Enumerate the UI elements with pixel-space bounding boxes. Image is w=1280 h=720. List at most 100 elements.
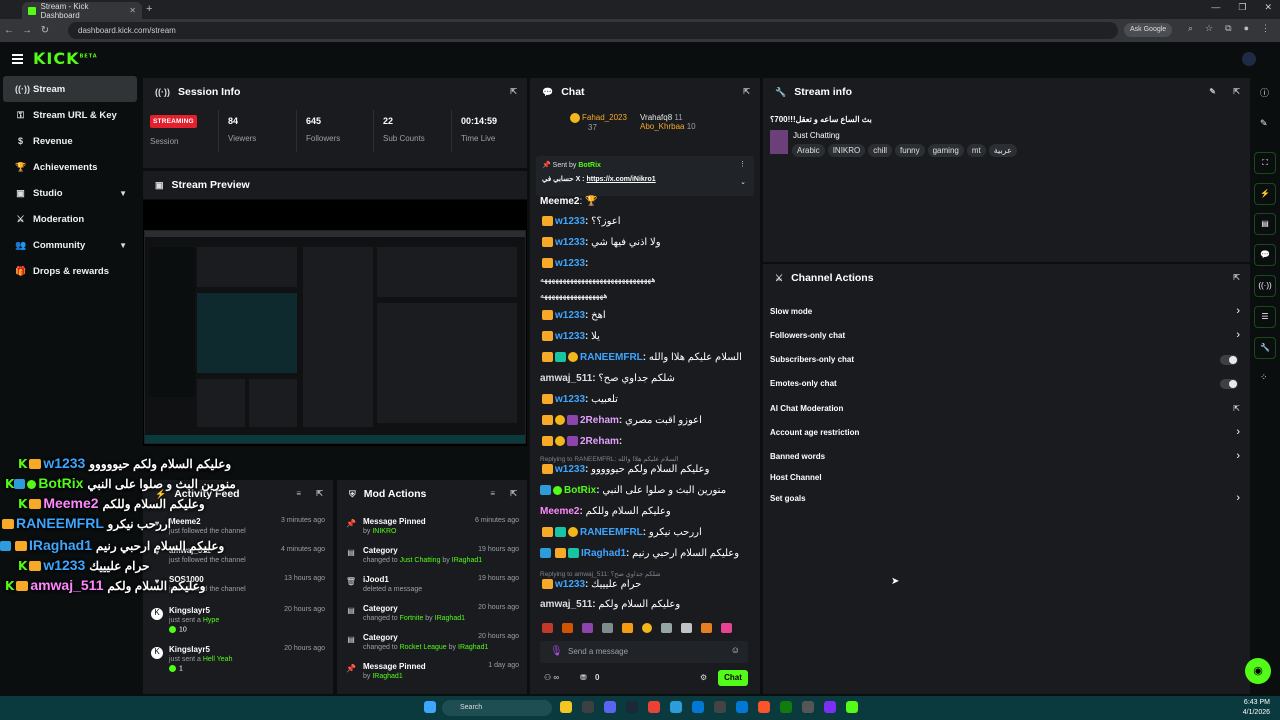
taskbar-clock[interactable]: 6:43 PM 4/1/2026 [1243, 698, 1270, 718]
user-avatar[interactable] [1242, 52, 1256, 66]
sidebar-item-stream[interactable]: ((·)) Stream [3, 76, 137, 102]
action-subscribers-only[interactable]: Subscribers-only chat [770, 351, 1240, 371]
apps-icon[interactable]: ⁘ [1260, 372, 1268, 383]
taskbar-app-icon[interactable] [582, 701, 594, 713]
tag[interactable]: gaming [927, 144, 964, 157]
taskbar-search-input[interactable]: Search [442, 700, 552, 716]
ask-google-button[interactable]: Ask Google [1124, 23, 1173, 37]
rail-button-doc[interactable]: ▤ [1254, 213, 1276, 235]
taskbar-app-icon[interactable] [802, 701, 814, 713]
emoji-icon[interactable]: ☺ [731, 645, 740, 655]
info-icon[interactable]: ⓘ [1260, 86, 1269, 99]
close-window-icon[interactable]: ✕ [1264, 2, 1272, 13]
discord-icon[interactable] [604, 701, 616, 713]
more-icon[interactable]: ⋮ [739, 160, 746, 168]
chat-message[interactable]: amwaj_511: وعليكم السلام ولكم [540, 599, 680, 610]
steam-icon[interactable] [626, 701, 638, 713]
file-explorer-icon[interactable] [560, 701, 572, 713]
popout-icon[interactable]: ⇱ [510, 87, 517, 96]
chat-message[interactable]: IRaghad1: وعليكم السلام ارحبي رنيم [540, 548, 739, 559]
hamburger-icon[interactable] [12, 54, 23, 66]
rail-button-wrench[interactable]: 🔧 [1254, 337, 1276, 359]
chat-message[interactable]: w1233: اهخ [540, 310, 606, 321]
chat-message[interactable]: BotRix: منورين البث و صلوا على النبي [540, 485, 726, 496]
tag[interactable]: عربية [988, 144, 1017, 157]
mail-icon[interactable] [736, 701, 748, 713]
filter-icon[interactable]: ≡ [490, 489, 495, 498]
chat-message[interactable]: w1233: وعليكم السلام ولكم حيووووو [540, 464, 709, 475]
tag[interactable]: funny [895, 144, 925, 157]
sidebar-item-achievements[interactable]: 🏆 Achievements [3, 154, 137, 180]
chat-message[interactable]: RANEEMFRL: السلام عليكم هلاا والله [540, 352, 742, 363]
action-banned-words[interactable]: Banned words › [770, 448, 1240, 468]
emote-icon[interactable] [582, 623, 593, 633]
chat-send-button[interactable]: Chat [718, 670, 748, 686]
chat-input[interactable]: 🎙 Send a message ☺ [540, 641, 748, 663]
leaderboard-first[interactable]: Fahad_2023 37 [570, 113, 627, 132]
zoom-icon[interactable]: ⌕ [1188, 23, 1193, 34]
browser-tab[interactable]: Stream - Kick Dashboard ✕ [22, 2, 142, 20]
leaderboard-second[interactable]: Vrahafq8 11 Abo_Khrbaa 10 [640, 113, 696, 131]
profile-icon[interactable]: ● [1244, 23, 1249, 34]
popout-icon[interactable]: ⇱ [1233, 273, 1240, 282]
action-followers-only[interactable]: Followers-only chat › [770, 327, 1240, 347]
chevron-down-icon[interactable]: ⌄ [740, 178, 746, 186]
action-host-channel[interactable]: Host Channel [770, 469, 1240, 489]
menu-icon[interactable]: ⋮ [1261, 23, 1270, 34]
chat-message[interactable]: Meeme2: وعليكم السلام وللكم [540, 506, 671, 517]
filter-icon[interactable]: ≡ [296, 489, 301, 498]
windows-start-icon[interactable] [424, 701, 436, 713]
pencil-icon[interactable]: ✎ [1260, 118, 1268, 129]
pencil-icon[interactable]: ✎ [1209, 87, 1216, 96]
taskbar-app-icon[interactable] [824, 701, 836, 713]
mic-icon[interactable]: 🎙 [550, 646, 563, 657]
sidebar-item-stream-url[interactable]: ⚿ Stream URL & Key [3, 102, 137, 128]
chat-message[interactable]: RANEEMFRL: اررحب نيكرو [540, 527, 702, 538]
pinned-message[interactable]: 📌 Sent by BotRix حسابي في X : https://x.… [536, 156, 754, 196]
chat-message[interactable]: w1233: [540, 258, 588, 269]
close-tab-icon[interactable]: ✕ [129, 6, 136, 15]
emote-icon[interactable] [681, 623, 692, 633]
list-item[interactable]: ▤ Category changed to Just Chatting by I… [337, 545, 527, 574]
chat-message[interactable]: هههههههههههههههههه [540, 291, 608, 300]
action-slow-mode[interactable]: Slow mode › [770, 303, 1240, 323]
back-icon[interactable]: ← [0, 25, 18, 36]
popout-icon[interactable]: ⇱ [510, 489, 517, 498]
tag[interactable]: INIKRO [827, 144, 866, 157]
emote-icon[interactable] [542, 623, 553, 633]
chat-message[interactable]: w1233: حرام عليييك [540, 579, 641, 590]
tag[interactable]: mt [966, 144, 986, 157]
toggle-switch[interactable] [1220, 355, 1238, 365]
popout-icon[interactable]: ⇱ [743, 87, 750, 96]
rail-button-chat[interactable]: 💬 [1254, 244, 1276, 266]
emote-icon[interactable] [701, 623, 712, 633]
action-ai-moderation[interactable]: AI Chat Moderation ⇱ [770, 400, 1240, 420]
list-item[interactable]: 📌 Message Pinned by IRaghad1 1 day ago [337, 661, 527, 690]
gear-icon[interactable]: ⚙ [700, 673, 707, 682]
rail-button-lightning[interactable]: ⚡ [1254, 183, 1276, 205]
chat-message[interactable]: w1233: تلعبيب [540, 394, 618, 405]
tag[interactable]: Arabic [792, 144, 825, 157]
stream-preview-video[interactable] [143, 200, 527, 446]
star-icon[interactable]: ☆ [1205, 23, 1213, 34]
chat-users-icon[interactable]: ⚇ ∞ [544, 673, 559, 682]
rail-button-server[interactable]: ☰ [1254, 306, 1276, 328]
url-input[interactable]: dashboard.kick.com/stream [68, 22, 1118, 39]
list-item[interactable]: ▤ Category changed to Fortnite by IRagha… [337, 603, 527, 632]
sidebar-item-studio[interactable]: ▣ Studio ▼ [3, 180, 137, 206]
action-set-goals[interactable]: Set goals › [770, 490, 1240, 510]
popout-icon[interactable]: ⇱ [316, 489, 323, 498]
list-item[interactable]: K Kingslayr5 just sent a Hype 20 hours a… [143, 605, 333, 643]
emote-icon[interactable] [661, 623, 672, 633]
chat-message[interactable]: 2Reham: [540, 436, 622, 447]
sidebar-item-revenue[interactable]: $ Revenue [3, 128, 137, 154]
taskbar-app-icon[interactable] [714, 701, 726, 713]
rail-button-crop[interactable]: ⛶ [1254, 152, 1276, 174]
forward-icon[interactable]: → [18, 25, 36, 36]
popout-icon[interactable]: ⇱ [1233, 87, 1240, 96]
kick-app-icon[interactable] [846, 701, 858, 713]
emote-icon[interactable] [642, 623, 652, 633]
new-tab-icon[interactable]: + [146, 3, 152, 15]
chat-message[interactable]: 2Reham: اعوزو اقبت مصري [540, 415, 702, 426]
chat-message[interactable]: w1233: يلا [540, 331, 600, 342]
